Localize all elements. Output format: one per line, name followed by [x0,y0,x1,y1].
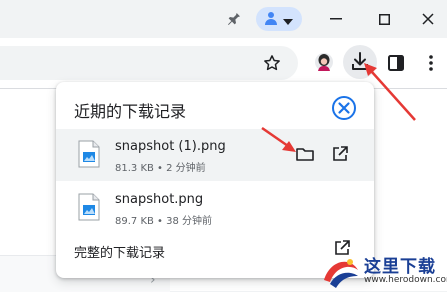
watermark-text: 这里下载 [364,257,436,277]
watermark: 这里下载 www.herodown.com [318,248,447,291]
watermark-url: www.herodown.com [364,275,447,285]
watermark-logo-icon [324,259,358,288]
